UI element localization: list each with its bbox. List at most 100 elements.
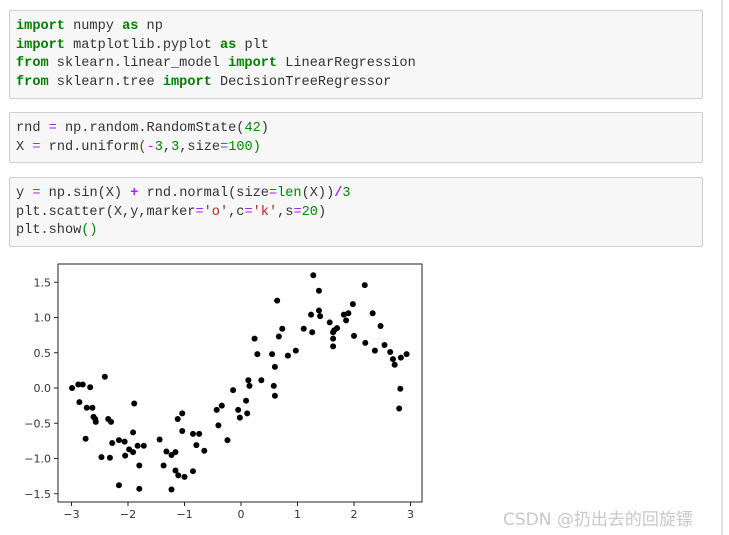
code-token: sklearn.linear_model [48, 56, 229, 71]
code-token: plt.scatter(X,y,marker [16, 204, 196, 220]
code-token: import [162, 74, 212, 90]
scatter-point [181, 473, 188, 480]
scatter-point [271, 363, 278, 370]
code-editor[interactable]: rnd = np.random.RandomState(42) X = rnd.u… [16, 120, 696, 157]
code-token: import [16, 37, 65, 53]
scatter-point [92, 416, 99, 423]
x-tick-label: 1 [294, 508, 301, 521]
scatter-point [369, 310, 376, 317]
code-token: from [16, 56, 49, 71]
code-token: ) [260, 121, 269, 136]
scatter-point [163, 448, 170, 455]
scatter-point [334, 325, 341, 332]
axes-frame [57, 263, 423, 503]
scatter-point [89, 404, 96, 411]
scatter-point [351, 332, 357, 339]
scatter-point [179, 410, 186, 417]
code-token: plt [236, 37, 269, 53]
code-token: ) [252, 139, 261, 155]
scatter-point [403, 351, 410, 358]
scatter-point [396, 405, 403, 412]
code-token: = [220, 139, 229, 155]
scatter-point [274, 297, 281, 304]
scatter-point [193, 442, 200, 449]
code-token: () [81, 223, 98, 238]
scatter-point [308, 311, 315, 318]
scatter-point [218, 402, 225, 409]
scatter-point [131, 400, 138, 407]
code-token: , [162, 139, 172, 155]
scatter-point [377, 322, 384, 329]
watermark: CSDN @扔出去的回旋镖 [503, 510, 693, 530]
scatter-point [246, 382, 253, 389]
scatter-point [235, 406, 242, 413]
scatter-point [101, 373, 108, 380]
scatter-point [309, 329, 316, 336]
scatter-point [292, 347, 299, 354]
code-token: 3 [342, 186, 351, 201]
code-token: 3 [154, 139, 163, 155]
scatter-point [136, 462, 143, 469]
code-cell-random-data[interactable]: rnd = np.random.RandomState(42) X = rnd.u… [9, 112, 703, 163]
code-token: 42 [244, 121, 261, 136]
scatter-point [122, 452, 129, 459]
code-line: rnd = np.random.RandomState(42) [16, 120, 696, 139]
code-token: from [16, 74, 49, 90]
code-editor[interactable]: import numpy as np import matplotlib.pypl… [16, 18, 696, 92]
scatter-point [109, 439, 116, 446]
scatter-point [284, 352, 291, 359]
code-token: ,size [179, 139, 221, 155]
code-token: ,c [228, 204, 245, 220]
code-cell-imports[interactable]: import numpy as np import matplotlib.pypl… [9, 10, 703, 99]
code-token: rnd.normal(size [138, 186, 269, 201]
scatter-point [134, 442, 141, 449]
y-axis: −1.5 −1.0 −0.5 0.0 0.5 1.0 1.5 [24, 276, 58, 501]
code-line: X = rnd.uniform(-3,3,size=100) [16, 139, 696, 158]
scatter-point [87, 384, 94, 391]
y-tick-label: 0.0 [34, 382, 52, 395]
scatter-point [172, 449, 179, 456]
scatter-point [269, 351, 276, 358]
scatter-point [361, 282, 368, 289]
code-token: y [16, 186, 33, 201]
scatter-point [98, 454, 105, 461]
scatter-point [175, 472, 182, 479]
code-token: matplotlib.pyplot [64, 37, 220, 53]
code-token: ( [138, 139, 147, 155]
scatter-point [330, 335, 337, 342]
scatter-point [300, 325, 307, 332]
scatter-point [343, 317, 350, 324]
code-line: plt.scatter(X,y,marker='o',c='k',s=20) [16, 204, 696, 223]
scrollbar[interactable] [721, 0, 723, 535]
scatter-point [215, 422, 222, 429]
code-line: from sklearn.linear_model import LinearR… [16, 55, 696, 74]
code-cell-scatter-plot[interactable]: y = np.sin(X) + rnd.normal(size=len(X))/… [9, 177, 703, 247]
y-tick-label: 1.5 [34, 276, 52, 289]
scatter-point [271, 392, 278, 399]
scatter-point [310, 272, 317, 279]
y-tick-label: 1.0 [34, 312, 52, 325]
scatter-point [270, 382, 277, 389]
scatter-point [349, 301, 356, 308]
x-tick-label: 0 [238, 508, 245, 521]
scatter-point [317, 313, 324, 320]
code-editor[interactable]: y = np.sin(X) + rnd.normal(size=len(X))/… [16, 185, 696, 241]
scatter-point [315, 287, 322, 294]
code-line: from sklearn.tree import DecisionTreeReg… [16, 74, 696, 93]
scatter-point [189, 430, 196, 437]
scatter-points [69, 272, 410, 493]
code-token: 'k' [252, 204, 278, 220]
code-token: import [16, 19, 65, 34]
code-token: = [293, 204, 302, 220]
scatter-point [174, 416, 181, 423]
code-token: (X)) [301, 186, 335, 201]
scatter-point [76, 399, 83, 406]
code-token: rnd [16, 121, 49, 136]
code-token: = [48, 121, 57, 136]
scatter-point [130, 429, 137, 436]
scatter-point [254, 351, 261, 358]
scatter-point [243, 397, 250, 404]
y-tick-label: −1.0 [24, 453, 51, 466]
scatter-point [130, 449, 137, 456]
scatter-point [381, 341, 388, 348]
